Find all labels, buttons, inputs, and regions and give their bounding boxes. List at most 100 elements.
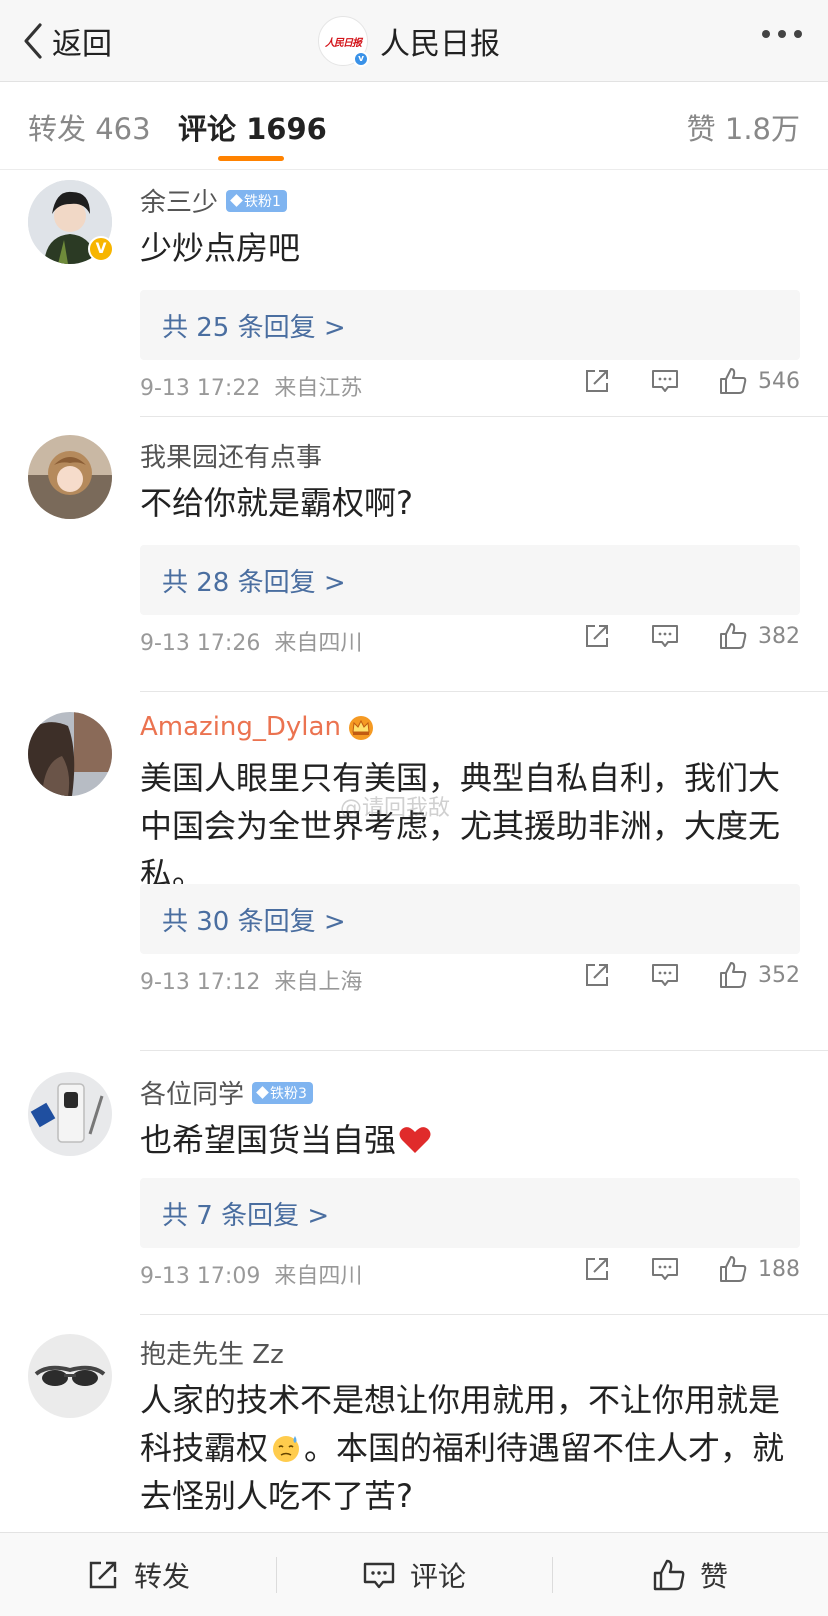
sweat-emoji-icon [273, 1436, 300, 1462]
thumbs-up-icon [720, 623, 747, 649]
comment-button[interactable] [650, 960, 680, 990]
back-label: 返回 [52, 27, 112, 62]
like-count: 352 [758, 962, 800, 988]
share-icon [586, 370, 608, 392]
like-label: 赞 [699, 1559, 728, 1593]
comment-location: 来自四川 [274, 631, 363, 656]
avatar[interactable] [28, 435, 112, 519]
comment-icon [363, 1562, 395, 1588]
comment-button[interactable] [650, 366, 680, 396]
user-name[interactable]: 各位同学 [140, 1074, 244, 1111]
replies-link[interactable]: 共 30 条回复 > [140, 884, 800, 954]
comment-text: 少炒点房吧 [140, 229, 301, 267]
like-button[interactable]: 382 [718, 621, 800, 651]
comment-text-body: 也希望国货当自强 [140, 1121, 397, 1159]
user-name[interactable]: 我果园还有点事 [140, 437, 322, 474]
thumbs-up-icon [720, 368, 747, 394]
share-button[interactable] [582, 1254, 612, 1284]
share-icon [89, 1561, 117, 1588]
comment-label: 评论 [409, 1559, 466, 1593]
avatar[interactable] [28, 1334, 112, 1418]
comment-time: 9-13 17:09 [140, 1264, 261, 1289]
share-button[interactable] [582, 621, 612, 651]
replies-label: 共 25 条回复 > [162, 313, 346, 343]
avatar[interactable] [28, 712, 112, 796]
comment-actions: 352 [582, 960, 800, 990]
tab-bar: 转发 463 评论 1696 赞 1.8万 [0, 82, 828, 170]
comment-text: 不给你就是霸权啊? [140, 484, 413, 522]
fan-badge: 铁粉3 [252, 1081, 313, 1104]
replies-label: 共 28 条回复 > [162, 568, 346, 598]
share-icon [586, 1258, 608, 1280]
share-icon [586, 964, 608, 986]
fan-badge-label: 铁粉1 [244, 193, 281, 210]
replies-label: 共 30 条回复 > [162, 907, 346, 937]
comment-meta: 9-13 17:09 来自四川 [140, 1258, 362, 1290]
comment-action-button[interactable]: 评论 [276, 1533, 552, 1616]
page-title: 人民日报 [380, 27, 500, 62]
like-count: 188 [758, 1256, 800, 1282]
comment-time: 9-13 17:22 [140, 376, 261, 401]
name-row: 我果园还有点事 [140, 437, 322, 474]
fan-badge: 铁粉1 [226, 189, 287, 212]
comment-button[interactable] [650, 621, 680, 651]
comment-button[interactable] [650, 1254, 680, 1284]
comment-actions: 546 [582, 366, 800, 396]
red-heart-icon [399, 1127, 431, 1153]
like-count: 382 [758, 623, 800, 649]
comment-text: 人家的技术不是想让你用就用，不让你用就是科技霸权 。本国的福利待遇留不住人才，就去… [140, 1376, 800, 1520]
user-name[interactable]: Amazing_Dylan [140, 712, 341, 742]
thumbs-up-icon [653, 1559, 685, 1590]
comment-icon [652, 625, 678, 647]
comment-location: 来自上海 [274, 970, 363, 995]
verified-user-icon: V [88, 236, 114, 262]
name-row: 抱走先生 Zz [140, 1334, 284, 1371]
account-header[interactable]: 人民日报 v 人民日报 [318, 14, 500, 68]
comment-time: 9-13 17:12 [140, 970, 261, 995]
diamond-icon [256, 1086, 269, 1099]
name-row: 各位同学 铁粉3 [140, 1074, 313, 1111]
comment-icon [652, 370, 678, 392]
divider [140, 416, 828, 417]
tab-comments[interactable]: 评论 1696 [178, 106, 327, 148]
replies-label: 共 7 条回复 > [162, 1201, 330, 1231]
comment-icon [652, 964, 678, 986]
like-action-button[interactable]: 赞 [552, 1533, 828, 1616]
user-name[interactable]: 余三少 [140, 182, 218, 219]
back-button[interactable]: 返回 [20, 18, 112, 64]
name-row: Amazing_Dylan [140, 712, 375, 742]
comment-meta: 9-13 17:22 来自江苏 [140, 370, 362, 402]
tab-likes[interactable]: 赞 1.8万 [687, 106, 800, 148]
diamond-icon [230, 194, 243, 207]
bottom-action-bar: 转发 评论 赞 [0, 1532, 828, 1616]
comment-meta: 9-13 17:12 来自上海 [140, 964, 362, 996]
divider [140, 1050, 828, 1051]
fan-badge-label: 铁粉3 [270, 1085, 307, 1102]
account-logo: 人民日报 v [318, 16, 369, 67]
divider [140, 691, 828, 692]
more-menu-icon[interactable] [762, 30, 802, 38]
comment-icon [652, 1258, 678, 1280]
repost-button[interactable]: 转发 [0, 1533, 276, 1616]
comment-actions: 188 [582, 1254, 800, 1284]
replies-link[interactable]: 共 28 条回复 > [140, 545, 800, 615]
avatar[interactable] [28, 1072, 112, 1156]
active-tab-indicator [218, 156, 284, 161]
tab-repost[interactable]: 转发 463 [28, 106, 151, 148]
replies-link[interactable]: 共 25 条回复 > [140, 290, 800, 360]
comment-text: 美国人眼里只有美国，典型自私自利，我们大中国会为全世界考虑，尤其援助非洲，大度无… [140, 759, 781, 893]
user-name[interactable]: 抱走先生 Zz [140, 1334, 284, 1371]
chevron-left-icon [24, 23, 42, 59]
like-button[interactable]: 352 [718, 960, 800, 990]
like-button[interactable]: 188 [718, 1254, 800, 1284]
like-button[interactable]: 546 [718, 366, 800, 396]
like-count: 546 [758, 368, 800, 394]
vip-crown-icon [348, 716, 373, 740]
replies-link[interactable]: 共 7 条回复 > [140, 1178, 800, 1248]
name-row: 余三少 铁粉1 [140, 182, 287, 219]
share-button[interactable] [582, 960, 612, 990]
top-nav-bar: 返回 人民日报 v 人民日报 [0, 0, 828, 82]
logo-text: 人民日报 [325, 37, 362, 49]
comment-location: 来自江苏 [274, 376, 363, 401]
share-button[interactable] [582, 366, 612, 396]
